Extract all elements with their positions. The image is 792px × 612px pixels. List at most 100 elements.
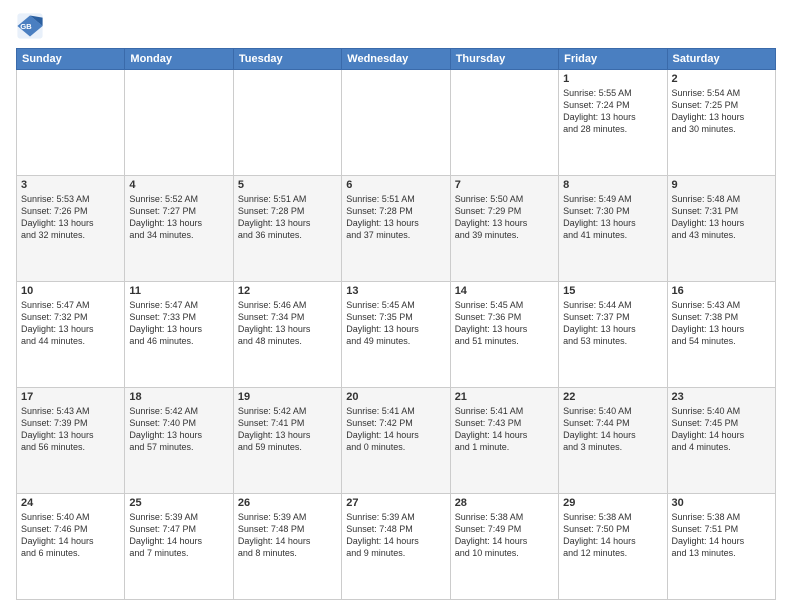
- calendar-cell: 20 Sunrise: 5:41 AM Sunset: 7:42 PM Dayli…: [342, 388, 450, 494]
- logo: GB: [16, 12, 48, 40]
- calendar-cell: 17 Sunrise: 5:43 AM Sunset: 7:39 PM Dayli…: [17, 388, 125, 494]
- day-info: Sunrise: 5:45 AM Sunset: 7:35 PM Dayligh…: [346, 299, 445, 348]
- day-info: Sunrise: 5:39 AM Sunset: 7:48 PM Dayligh…: [346, 511, 445, 560]
- day-info: Sunrise: 5:48 AM Sunset: 7:31 PM Dayligh…: [672, 193, 771, 242]
- day-info: Sunrise: 5:39 AM Sunset: 7:47 PM Dayligh…: [129, 511, 228, 560]
- calendar-cell: [17, 70, 125, 176]
- weekday-header: Wednesday: [342, 49, 450, 70]
- day-number: 2: [672, 73, 771, 85]
- day-number: 27: [346, 497, 445, 509]
- day-info: Sunrise: 5:44 AM Sunset: 7:37 PM Dayligh…: [563, 299, 662, 348]
- day-number: 14: [455, 285, 554, 297]
- calendar-cell: [233, 70, 341, 176]
- calendar-week-row: 17 Sunrise: 5:43 AM Sunset: 7:39 PM Dayli…: [17, 388, 776, 494]
- calendar-week-row: 1 Sunrise: 5:55 AM Sunset: 7:24 PM Daylig…: [17, 70, 776, 176]
- day-number: 29: [563, 497, 662, 509]
- calendar-cell: 11Sunrise: 5:47 AM Sunset: 7:33 PM Dayli…: [125, 282, 233, 388]
- day-number: 3: [21, 179, 120, 191]
- day-info: Sunrise: 5:40 AM Sunset: 7:44 PM Dayligh…: [563, 405, 662, 454]
- day-number: 16: [672, 285, 771, 297]
- day-info: Sunrise: 5:52 AM Sunset: 7:27 PM Dayligh…: [129, 193, 228, 242]
- calendar-cell: 13Sunrise: 5:45 AM Sunset: 7:35 PM Dayli…: [342, 282, 450, 388]
- day-number: 19: [238, 391, 337, 403]
- calendar-cell: 1 Sunrise: 5:55 AM Sunset: 7:24 PM Daylig…: [559, 70, 667, 176]
- day-info: Sunrise: 5:38 AM Sunset: 7:51 PM Dayligh…: [672, 511, 771, 560]
- calendar-week-row: 10 Sunrise: 5:47 AM Sunset: 7:32 PM Dayli…: [17, 282, 776, 388]
- calendar-cell: 7 Sunrise: 5:50 AM Sunset: 7:29 PM Daylig…: [450, 176, 558, 282]
- day-info: Sunrise: 5:43 AM Sunset: 7:38 PM Dayligh…: [672, 299, 771, 348]
- calendar-cell: 2Sunrise: 5:54 AM Sunset: 7:25 PM Daylig…: [667, 70, 775, 176]
- calendar-cell: 4 Sunrise: 5:52 AM Sunset: 7:27 PM Daylig…: [125, 176, 233, 282]
- day-info: Sunrise: 5:46 AM Sunset: 7:34 PM Dayligh…: [238, 299, 337, 348]
- day-info: Sunrise: 5:49 AM Sunset: 7:30 PM Dayligh…: [563, 193, 662, 242]
- day-info: Sunrise: 5:55 AM Sunset: 7:24 PM Dayligh…: [563, 87, 662, 136]
- calendar-cell: 8 Sunrise: 5:49 AM Sunset: 7:30 PM Daylig…: [559, 176, 667, 282]
- weekday-header: Saturday: [667, 49, 775, 70]
- weekday-header: Monday: [125, 49, 233, 70]
- day-info: Sunrise: 5:39 AM Sunset: 7:48 PM Dayligh…: [238, 511, 337, 560]
- day-info: Sunrise: 5:40 AM Sunset: 7:45 PM Dayligh…: [672, 405, 771, 454]
- day-info: Sunrise: 5:47 AM Sunset: 7:32 PM Dayligh…: [21, 299, 120, 348]
- day-number: 17: [21, 391, 120, 403]
- day-info: Sunrise: 5:43 AM Sunset: 7:39 PM Dayligh…: [21, 405, 120, 454]
- day-info: Sunrise: 5:50 AM Sunset: 7:29 PM Dayligh…: [455, 193, 554, 242]
- calendar-cell: 28 Sunrise: 5:38 AM Sunset: 7:49 PM Dayli…: [450, 494, 558, 600]
- day-info: Sunrise: 5:42 AM Sunset: 7:40 PM Dayligh…: [129, 405, 228, 454]
- calendar: SundayMondayTuesdayWednesdayThursdayFrid…: [16, 48, 776, 600]
- calendar-cell: 29 Sunrise: 5:38 AM Sunset: 7:50 PM Dayli…: [559, 494, 667, 600]
- calendar-cell: 19 Sunrise: 5:42 AM Sunset: 7:41 PM Dayli…: [233, 388, 341, 494]
- day-number: 21: [455, 391, 554, 403]
- day-number: 1: [563, 73, 662, 85]
- day-number: 22: [563, 391, 662, 403]
- day-info: Sunrise: 5:45 AM Sunset: 7:36 PM Dayligh…: [455, 299, 554, 348]
- day-info: Sunrise: 5:53 AM Sunset: 7:26 PM Dayligh…: [21, 193, 120, 242]
- calendar-cell: 3 Sunrise: 5:53 AM Sunset: 7:26 PM Daylig…: [17, 176, 125, 282]
- day-number: 6: [346, 179, 445, 191]
- calendar-cell: [342, 70, 450, 176]
- day-number: 28: [455, 497, 554, 509]
- weekday-header: Tuesday: [233, 49, 341, 70]
- calendar-cell: 10 Sunrise: 5:47 AM Sunset: 7:32 PM Dayli…: [17, 282, 125, 388]
- day-number: 8: [563, 179, 662, 191]
- calendar-week-row: 3 Sunrise: 5:53 AM Sunset: 7:26 PM Daylig…: [17, 176, 776, 282]
- calendar-cell: 22 Sunrise: 5:40 AM Sunset: 7:44 PM Dayli…: [559, 388, 667, 494]
- day-number: 30: [672, 497, 771, 509]
- day-info: Sunrise: 5:51 AM Sunset: 7:28 PM Dayligh…: [346, 193, 445, 242]
- calendar-week-row: 24Sunrise: 5:40 AM Sunset: 7:46 PM Dayli…: [17, 494, 776, 600]
- day-number: 5: [238, 179, 337, 191]
- calendar-cell: 23 Sunrise: 5:40 AM Sunset: 7:45 PM Dayli…: [667, 388, 775, 494]
- calendar-cell: 12 Sunrise: 5:46 AM Sunset: 7:34 PM Dayli…: [233, 282, 341, 388]
- page: GB SundayMondayTuesdayWednesdayThursdayF…: [0, 0, 792, 612]
- day-info: Sunrise: 5:41 AM Sunset: 7:43 PM Dayligh…: [455, 405, 554, 454]
- day-number: 7: [455, 179, 554, 191]
- calendar-cell: 14 Sunrise: 5:45 AM Sunset: 7:36 PM Dayli…: [450, 282, 558, 388]
- weekday-header: Sunday: [17, 49, 125, 70]
- day-info: Sunrise: 5:42 AM Sunset: 7:41 PM Dayligh…: [238, 405, 337, 454]
- calendar-cell: [125, 70, 233, 176]
- day-number: 18: [129, 391, 228, 403]
- day-info: Sunrise: 5:51 AM Sunset: 7:28 PM Dayligh…: [238, 193, 337, 242]
- day-info: Sunrise: 5:41 AM Sunset: 7:42 PM Dayligh…: [346, 405, 445, 454]
- day-number: 12: [238, 285, 337, 297]
- svg-text:GB: GB: [20, 22, 32, 31]
- day-number: 4: [129, 179, 228, 191]
- calendar-cell: 15Sunrise: 5:44 AM Sunset: 7:37 PM Dayli…: [559, 282, 667, 388]
- day-number: 9: [672, 179, 771, 191]
- calendar-cell: 25Sunrise: 5:39 AM Sunset: 7:47 PM Dayli…: [125, 494, 233, 600]
- calendar-cell: 24Sunrise: 5:40 AM Sunset: 7:46 PM Dayli…: [17, 494, 125, 600]
- calendar-cell: 18 Sunrise: 5:42 AM Sunset: 7:40 PM Dayli…: [125, 388, 233, 494]
- calendar-cell: 9 Sunrise: 5:48 AM Sunset: 7:31 PM Daylig…: [667, 176, 775, 282]
- calendar-cell: 30 Sunrise: 5:38 AM Sunset: 7:51 PM Dayli…: [667, 494, 775, 600]
- calendar-cell: [450, 70, 558, 176]
- weekday-header: Thursday: [450, 49, 558, 70]
- day-number: 11: [129, 285, 228, 297]
- header: GB: [16, 12, 776, 40]
- day-number: 20: [346, 391, 445, 403]
- day-info: Sunrise: 5:38 AM Sunset: 7:49 PM Dayligh…: [455, 511, 554, 560]
- day-number: 23: [672, 391, 771, 403]
- day-number: 26: [238, 497, 337, 509]
- weekday-header-row: SundayMondayTuesdayWednesdayThursdayFrid…: [17, 49, 776, 70]
- day-info: Sunrise: 5:38 AM Sunset: 7:50 PM Dayligh…: [563, 511, 662, 560]
- day-info: Sunrise: 5:40 AM Sunset: 7:46 PM Dayligh…: [21, 511, 120, 560]
- day-number: 10: [21, 285, 120, 297]
